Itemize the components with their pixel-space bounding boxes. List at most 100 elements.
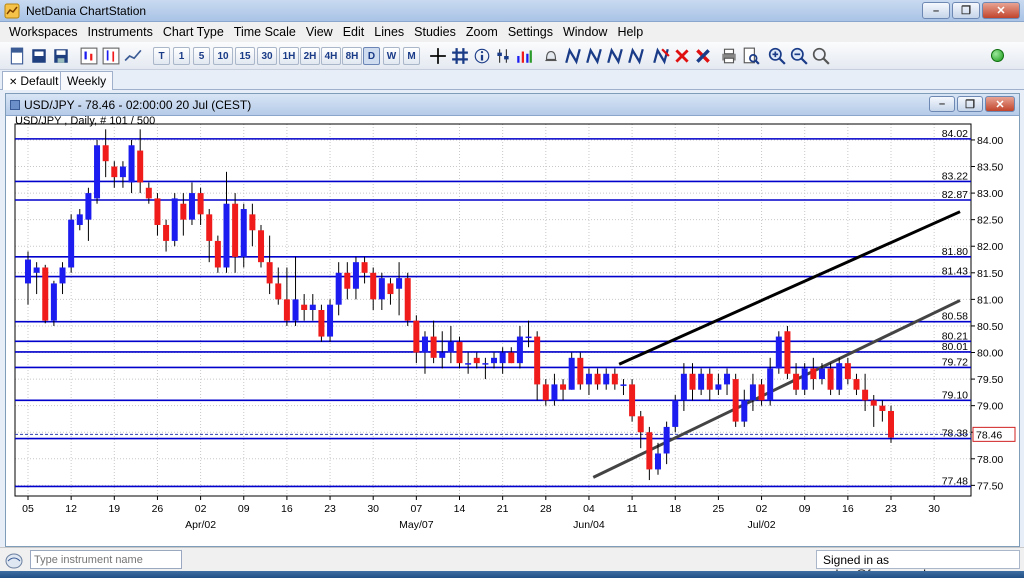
timeframe-15m[interactable]: 15: [235, 47, 255, 65]
candle-down: [163, 224, 170, 241]
adjust-icon[interactable]: [494, 47, 512, 65]
timeframe-weekly[interactable]: W: [383, 47, 400, 65]
delete-all-icon[interactable]: [694, 47, 712, 65]
alert-bell-icon[interactable]: [542, 47, 560, 65]
print-preview-icon[interactable]: [742, 47, 760, 65]
candle-up: [128, 145, 135, 183]
timeframe-daily[interactable]: D: [363, 47, 380, 65]
candle-up: [85, 193, 92, 220]
x-axis-label: 18: [669, 503, 681, 515]
candle-down: [301, 304, 308, 310]
menu-studies[interactable]: Studies: [409, 25, 461, 39]
timeframe-2h[interactable]: 2H: [300, 47, 320, 65]
candle-down: [456, 341, 463, 364]
menu-time-scale[interactable]: Time Scale: [229, 25, 301, 39]
zoom-in-icon[interactable]: [768, 47, 786, 65]
timeframe-30m[interactable]: 30: [257, 47, 277, 65]
minimize-button[interactable]: –: [922, 2, 950, 19]
save-icon[interactable]: [52, 47, 70, 65]
timeframe-5m[interactable]: 5: [193, 47, 210, 65]
menu-help[interactable]: Help: [612, 25, 648, 39]
candle-down: [844, 363, 851, 380]
menu-chart-type[interactable]: Chart Type: [158, 25, 229, 39]
timeframe-10m[interactable]: 10: [213, 47, 233, 65]
menu-edit[interactable]: Edit: [338, 25, 370, 39]
menu-workspaces[interactable]: Workspaces: [4, 25, 83, 39]
candle-down: [862, 389, 869, 401]
x-axis-label: 21: [497, 503, 509, 515]
candle-up: [603, 373, 610, 385]
line-chart-type-icon[interactable]: [124, 47, 142, 65]
x-axis-label: 16: [842, 503, 854, 515]
candle-down: [508, 352, 515, 364]
print-icon[interactable]: [720, 47, 738, 65]
tab-weekly[interactable]: Weekly: [60, 71, 114, 90]
candle-down: [361, 262, 368, 273]
instrument-input[interactable]: [30, 550, 182, 569]
candle-down: [111, 166, 118, 178]
level-label: 83.22: [942, 170, 968, 182]
delete-line-icon[interactable]: [652, 47, 670, 65]
level-label: 79.10: [942, 389, 968, 401]
candle-up: [447, 341, 454, 353]
grid-icon[interactable]: [451, 47, 469, 65]
timeframe-monthly[interactable]: M: [403, 47, 420, 65]
candle-down: [758, 384, 765, 401]
timeframe-tick[interactable]: T: [153, 47, 170, 65]
menu-view[interactable]: View: [301, 25, 338, 39]
restore-button[interactable]: ❐: [952, 2, 980, 19]
draw-fibonacci-icon[interactable]: [606, 47, 624, 65]
tab-default[interactable]: ✕ Default: [2, 71, 66, 90]
delete-icon[interactable]: [673, 47, 691, 65]
chart-minimize-button[interactable]: –: [929, 96, 955, 112]
candle-down: [542, 384, 549, 401]
candle-down: [413, 320, 420, 353]
candle-up: [568, 357, 575, 390]
candlestick-chart[interactable]: USD/JPY , Daily, # 101 / 500 84.02 83.22 82…: [6, 116, 1019, 546]
menu-window[interactable]: Window: [558, 25, 612, 39]
x-axis-label: 16: [281, 503, 293, 515]
menu-zoom[interactable]: Zoom: [461, 25, 503, 39]
candle-up: [491, 357, 498, 364]
level-label: 77.48: [942, 475, 968, 487]
candle-chart-type-icon[interactable]: [80, 47, 98, 65]
studies-icon[interactable]: [515, 47, 533, 65]
zoom-out-icon[interactable]: [790, 47, 808, 65]
x-axis-label: 09: [238, 503, 250, 515]
menu-settings[interactable]: Settings: [503, 25, 558, 39]
timeframe-1h[interactable]: 1H: [279, 47, 299, 65]
zoom-reset-icon[interactable]: [812, 47, 830, 65]
y-axis-label: 82.00: [977, 241, 1003, 253]
y-axis-label: 81.00: [977, 294, 1003, 306]
draw-channel-icon[interactable]: [585, 47, 603, 65]
candle-down: [706, 373, 713, 390]
chart-close-button[interactable]: ✕: [985, 96, 1015, 112]
toolbar: T 1 5 10 15 30 1H 2H 4H 8H D W M: [0, 42, 1024, 70]
draw-line-icon[interactable]: [564, 47, 582, 65]
timeframe-8h[interactable]: 8H: [342, 47, 362, 65]
menu-lines[interactable]: Lines: [369, 25, 409, 39]
x-axis-month-label: May/07: [399, 519, 434, 531]
new-document-icon[interactable]: [8, 47, 26, 65]
open-icon[interactable]: [30, 47, 48, 65]
draw-trend-icon[interactable]: [627, 47, 645, 65]
timeframe-4h[interactable]: 4H: [321, 47, 341, 65]
os-taskbar: [0, 571, 1024, 578]
chart-restore-button[interactable]: ❐: [957, 96, 983, 112]
x-axis-label: 02: [756, 503, 768, 515]
candle-up: [25, 259, 31, 284]
close-tab-icon[interactable]: ✕: [9, 77, 17, 88]
level-label: 81.80: [942, 246, 968, 258]
instrument-search-icon[interactable]: [4, 552, 24, 570]
candle-down: [137, 150, 144, 183]
crosshair-icon[interactable]: [429, 47, 447, 65]
close-button[interactable]: ✕: [982, 2, 1020, 19]
menu-instruments[interactable]: Instruments: [83, 25, 158, 39]
bar-chart-type-icon[interactable]: [102, 47, 120, 65]
timeframe-1m[interactable]: 1: [173, 47, 190, 65]
candle-up: [525, 336, 532, 339]
info-icon[interactable]: [473, 47, 491, 65]
chart-subtitle: USD/JPY , Daily, # 101 / 500: [15, 116, 155, 127]
app-titlebar: NetDania ChartStation – ❐ ✕: [0, 0, 1024, 22]
x-axis-month-label: Apr/02: [185, 519, 216, 531]
